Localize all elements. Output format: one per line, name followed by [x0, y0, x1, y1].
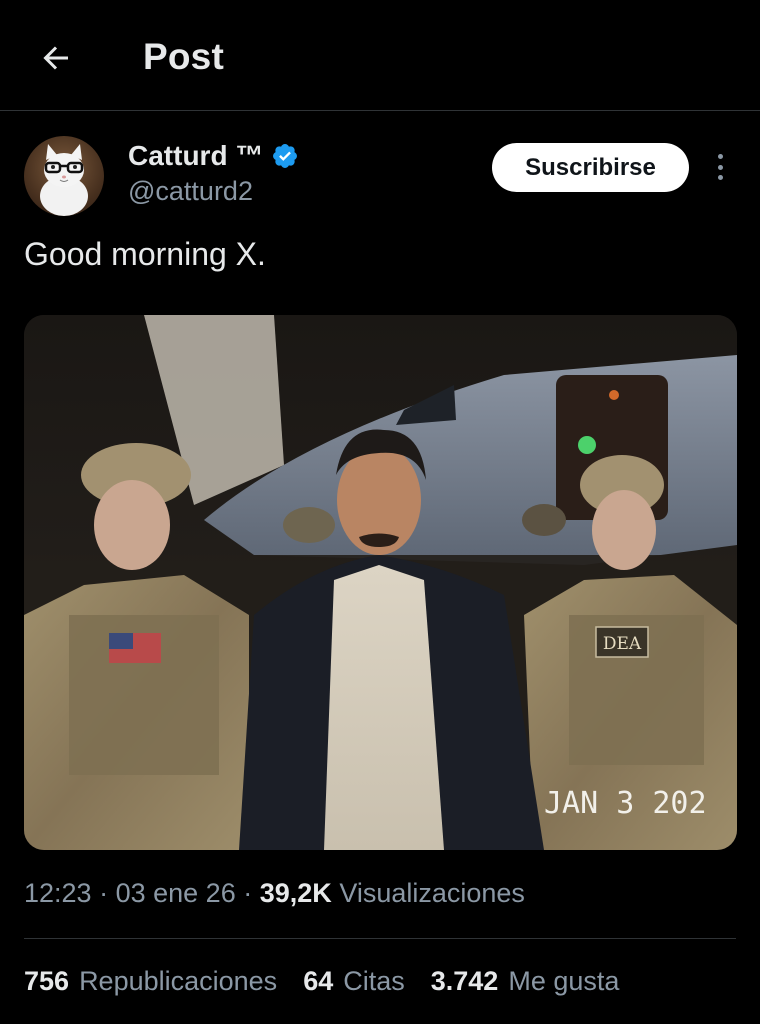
author-name[interactable]: Catturd ™ [128, 140, 299, 172]
more-vertical-icon [717, 154, 723, 159]
back-button[interactable] [36, 38, 76, 78]
photo-date-stamp: JAN 3 202 [544, 786, 707, 821]
arrow-left-icon [43, 46, 68, 70]
avatar[interactable] [24, 136, 104, 216]
post-date[interactable]: 03 ene 26 [116, 878, 236, 908]
subscribe-button[interactable]: Suscribirse [492, 143, 689, 192]
author-display-name: Catturd ™ [128, 140, 264, 171]
more-options-button[interactable] [708, 150, 732, 184]
quotes-label: Citas [343, 966, 405, 996]
dea-patch-text: DEA [603, 634, 642, 654]
reposts-label: Republicaciones [79, 966, 278, 996]
author-handle[interactable]: @catturd2 [128, 176, 253, 207]
photo-illustration: DEA JAN 3 202 [24, 315, 737, 850]
reposts-count: 756 [24, 966, 70, 996]
post-image[interactable]: DEA JAN 3 202 [24, 315, 737, 850]
meta-separator: · [99, 878, 116, 908]
reposts-stat[interactable]: 756 Republicaciones [24, 966, 277, 997]
post-text: Good morning X. [24, 236, 266, 272]
views-count: 39,2K [259, 878, 332, 908]
top-bar: Post [0, 0, 760, 111]
post-meta: 12:23 · 03 ene 26 · 39,2K Visualizacione… [24, 878, 525, 909]
views-label: Visualizaciones [339, 878, 525, 908]
verified-badge-icon [273, 144, 298, 168]
post-time[interactable]: 12:23 [24, 878, 92, 908]
quotes-stat[interactable]: 64 Citas [303, 966, 405, 997]
quotes-count: 64 [303, 966, 334, 996]
page-title: Post [143, 36, 224, 77]
cat-avatar-icon [40, 144, 88, 216]
meta-separator: · [243, 878, 260, 908]
likes-label: Me gusta [508, 966, 620, 996]
post-stats: 756 Republicaciones 64 Citas 3.742 Me gu… [24, 966, 619, 997]
likes-stat[interactable]: 3.742 Me gusta [431, 966, 620, 997]
divider [24, 938, 736, 939]
likes-count: 3.742 [430, 966, 499, 996]
